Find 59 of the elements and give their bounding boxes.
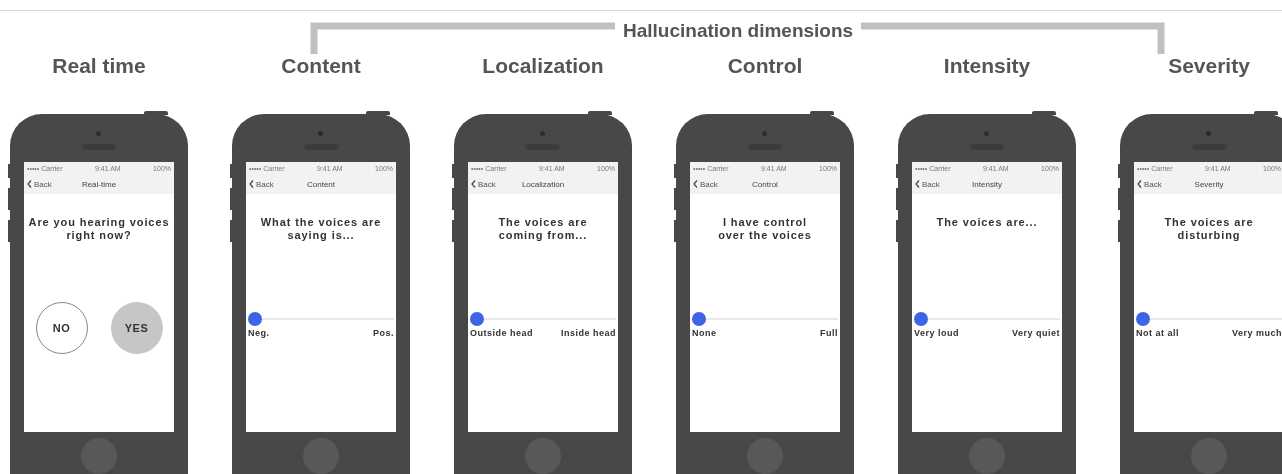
question-text: I have control over the voices — [717, 216, 813, 242]
slider[interactable] — [692, 312, 838, 326]
slider-min-label: Outside head — [470, 328, 533, 339]
slider[interactable] — [248, 312, 394, 326]
slider-min-label: Not at all — [1136, 328, 1179, 339]
slider-thumb[interactable] — [692, 312, 706, 326]
back-link[interactable]: Back — [468, 179, 496, 189]
camera-icon — [1206, 131, 1211, 136]
chevron-icon — [27, 180, 32, 188]
question-text: The voices are disturbing — [1163, 216, 1255, 242]
back-link[interactable]: Back — [24, 179, 52, 189]
slider-min-label: None — [692, 328, 717, 339]
screen-title: Localization — [521, 179, 565, 189]
back-link[interactable]: Back — [246, 179, 274, 189]
screen-title: Severity — [1194, 179, 1224, 189]
back-link[interactable]: Back — [1134, 179, 1162, 189]
camera-icon — [762, 131, 767, 136]
slider[interactable] — [1136, 312, 1282, 326]
camera-icon — [318, 131, 323, 136]
slider-max-label: Very much — [1231, 328, 1282, 339]
question-text: What the voices are saying is... — [259, 216, 383, 242]
camera-icon — [984, 131, 989, 136]
dimension-label: Real time — [52, 55, 146, 77]
answer-button[interactable]: NO — [35, 302, 88, 354]
dimension-label: Localization — [482, 55, 604, 77]
slider[interactable] — [914, 312, 1060, 326]
camera-icon — [96, 131, 101, 136]
slider-min-label: Very loud — [914, 328, 959, 339]
slider-thumb[interactable] — [914, 312, 928, 326]
diagram-title: Hallucination dimensions — [623, 20, 854, 42]
slider-max-label: Pos. — [373, 328, 394, 339]
camera-icon — [540, 131, 545, 136]
slider-max-label: Very quiet — [1011, 328, 1060, 339]
back-link[interactable]: Back — [912, 179, 940, 189]
slider-thumb[interactable] — [248, 312, 262, 326]
chevron-icon — [693, 180, 698, 188]
dimension-label: Content — [281, 55, 361, 77]
slider-max-label: Full — [820, 328, 838, 339]
dimension-label: Intensity — [943, 55, 1031, 77]
screen-title: Intensity — [972, 179, 1002, 189]
slider[interactable] — [470, 312, 616, 326]
answer-button[interactable]: YES — [110, 302, 163, 354]
chevron-icon — [1137, 180, 1142, 188]
question-text: The voices are... — [935, 216, 1039, 229]
chevron-icon — [471, 180, 476, 188]
dimension-label: Severity — [1168, 55, 1250, 77]
screen-title: Real-time — [81, 179, 117, 189]
dimension-label: Control — [727, 55, 803, 77]
question-text: Are you hearing voices right now? — [27, 216, 171, 242]
question-text: The voices are coming from... — [497, 216, 589, 242]
slider-thumb[interactable] — [470, 312, 484, 326]
slider-max-label: Inside head — [561, 328, 616, 339]
chevron-icon — [915, 180, 920, 188]
chevron-icon — [249, 180, 254, 188]
slider-thumb[interactable] — [1136, 312, 1150, 326]
screen-title: Content — [307, 179, 335, 189]
back-link[interactable]: Back — [690, 179, 718, 189]
screen-title: Control — [752, 179, 778, 189]
slider-min-label: Neg. — [248, 328, 270, 339]
